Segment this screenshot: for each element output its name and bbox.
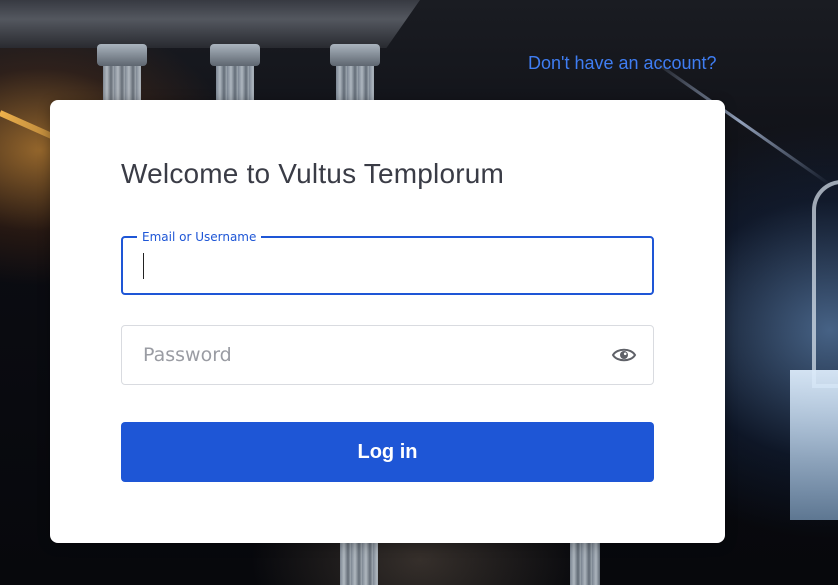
temple-roof: [0, 0, 420, 48]
page-title: Welcome to Vultus Templorum: [121, 158, 505, 189]
password-field[interactable]: Password: [121, 325, 654, 385]
password-placeholder: Password: [143, 344, 232, 366]
column-capital: [97, 44, 147, 66]
email-field-label: Email or Username: [137, 229, 262, 245]
login-button[interactable]: Log in: [121, 422, 654, 482]
statue-outline: [812, 180, 838, 388]
text-cursor: [143, 253, 144, 279]
glowing-window: [790, 370, 838, 520]
signup-link[interactable]: Don't have an account?: [528, 53, 717, 74]
column-capital: [210, 44, 260, 66]
eye-icon[interactable]: [611, 345, 637, 365]
email-field[interactable]: Email or Username: [121, 229, 654, 295]
column: [570, 540, 600, 585]
column: [340, 540, 378, 585]
login-card: Welcome to Vultus Templorum Email or Use…: [50, 100, 725, 543]
column-capital: [330, 44, 380, 66]
